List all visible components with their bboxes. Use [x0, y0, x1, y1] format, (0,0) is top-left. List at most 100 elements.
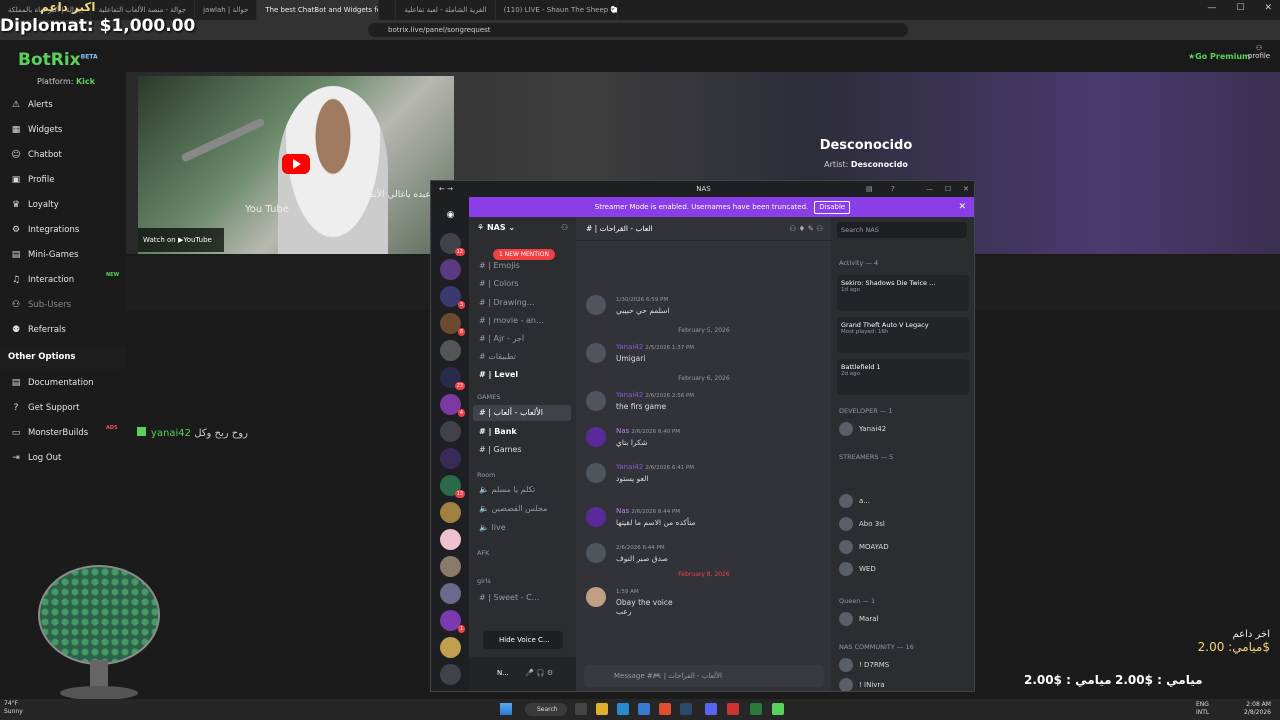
add-member-icon[interactable]: ⚇ — [561, 223, 568, 232]
go-premium-button[interactable]: ★Go Premium — [1188, 52, 1250, 61]
disable-button[interactable]: Disable — [814, 201, 851, 214]
channel-item[interactable]: # | Ajr - أجر — [479, 334, 574, 343]
sidebar-item-minigames[interactable]: ▤ Mini-Games — [0, 242, 126, 267]
member-list: Search NAS Activity — 4 Sekiro: Shadows … — [831, 217, 974, 691]
server-icon[interactable]: 3 — [440, 286, 465, 309]
browser-tab[interactable]: القرية الشاملة - لعبة تفاعلية — [396, 0, 496, 20]
voice-channel[interactable]: 🔈 تكلم يا مسلم — [479, 485, 574, 494]
server-icon[interactable]: 8 — [440, 313, 465, 336]
server-icon[interactable]: 23 — [440, 367, 465, 390]
voice-channel[interactable]: 🔈 مجلس القصصين — [479, 504, 574, 513]
server-icon[interactable]: 12 — [440, 233, 465, 256]
channel-item[interactable]: # تطبيقات — [479, 352, 574, 361]
server-icon[interactable]: 1 — [440, 610, 465, 633]
channel-item[interactable]: # | Sweet - C... — [479, 593, 574, 602]
taskbar-search[interactable]: Search — [525, 703, 567, 716]
sidebar-item-documentation[interactable]: ▤ Documentation — [0, 370, 126, 395]
sidebar-item-alerts[interactable]: ⚠ Alerts — [0, 92, 126, 117]
maximize-icon[interactable]: ☐ — [1236, 3, 1244, 13]
server-icon[interactable] — [440, 529, 461, 550]
language-indicator[interactable]: ENG INTL — [1196, 701, 1209, 717]
app-icon[interactable] — [727, 703, 739, 715]
profile-button[interactable]: ⚇ profile — [1248, 44, 1270, 60]
edge-icon[interactable] — [617, 703, 629, 715]
member-item[interactable]: MOAYAD — [839, 539, 889, 555]
task-view-icon[interactable] — [575, 703, 587, 715]
channel-item-selected[interactable]: # | الألعاب - ألعاب — [473, 405, 571, 421]
channel-item[interactable]: # | movie - an... — [479, 316, 574, 325]
activity-card[interactable]: Battlefield 1 2d ago — [837, 359, 969, 395]
minimize-icon[interactable]: — — [1207, 3, 1216, 13]
channel-item[interactable]: # | Games — [479, 445, 574, 454]
member-item[interactable]: ! INivra — [839, 677, 885, 691]
voice-channel[interactable]: 🔈 live — [479, 523, 574, 532]
search-input[interactable]: Search NAS — [837, 222, 967, 238]
category-room[interactable]: Room — [477, 471, 496, 479]
browser-tab[interactable]: jawlah | جوالة — [195, 0, 258, 20]
category-girls[interactable]: girls — [477, 577, 491, 585]
sidebar-item-referrals[interactable]: ⚉ Referrals — [0, 317, 126, 342]
server-icon[interactable] — [440, 448, 461, 469]
sidebar-item-interaction[interactable]: ♫ Interaction NEW — [0, 267, 126, 292]
close-icon[interactable]: ✕ — [958, 197, 966, 217]
server-icon[interactable] — [440, 340, 461, 361]
sidebar-item-subusers[interactable]: ⚇ Sub-Users — [0, 292, 126, 317]
weather-widget[interactable]: 74°F Sunny — [4, 700, 23, 716]
sidebar-item-loyalty[interactable]: ♛ Loyalty — [0, 192, 126, 217]
channel-item[interactable]: # | Bank — [479, 427, 574, 436]
category-afk[interactable]: AFK — [477, 549, 489, 557]
sidebar-item-integrations[interactable]: ⚙ Integrations — [0, 217, 126, 242]
activity-card[interactable]: Sekiro: Shadows Die Twice ... 1d ago — [837, 275, 969, 311]
brave-icon[interactable] — [659, 703, 671, 715]
app-icon[interactable] — [772, 703, 784, 715]
app-icon[interactable] — [750, 703, 762, 715]
activity-card[interactable]: Grand Theft Auto V Legacy Most played: 16… — [837, 317, 969, 353]
guild-name[interactable]: ⚘ NAS ⌄ — [477, 223, 515, 232]
category-games[interactable]: GAMES — [477, 393, 500, 401]
channel-item[interactable]: # | Drawing... — [479, 298, 574, 307]
browser-tab[interactable]: (110) LIVE - Shaun The Sheep 🐑 Pr... — [496, 0, 618, 20]
sidebar-item-logout[interactable]: ⇥ Log Out — [0, 445, 126, 470]
sidebar-item-get-support[interactable]: ? Get Support — [0, 395, 126, 420]
steam-icon[interactable] — [680, 703, 692, 715]
message-input[interactable]: Message #🎮 | الألعاب - القراحات — [584, 665, 824, 687]
channel-item[interactable]: # | Level — [479, 370, 574, 379]
member-item[interactable]: Yanai42 — [839, 421, 886, 437]
server-icon[interactable] — [440, 556, 461, 577]
server-icon[interactable] — [440, 583, 461, 604]
hide-voice-button[interactable]: Hide Voice C... — [483, 631, 563, 649]
sidebar-item-monsterbuilds[interactable]: ▭ MonsterBuilds ADS — [0, 420, 126, 445]
member-item[interactable]: ! D7RMS — [839, 657, 889, 673]
discord-icon[interactable] — [705, 703, 717, 715]
discord-home-icon[interactable]: ◉ — [440, 205, 461, 226]
server-icon[interactable] — [440, 664, 461, 685]
windows-start-icon[interactable] — [500, 703, 512, 715]
server-icon[interactable] — [440, 502, 461, 523]
server-icon[interactable]: 13 — [440, 475, 465, 498]
watch-on-youtube-button[interactable]: Watch on ▶YouTube — [138, 228, 224, 252]
clock[interactable]: 2:08 AM 2/8/2026 — [1244, 701, 1271, 717]
file-explorer-icon[interactable] — [596, 703, 608, 715]
server-icon[interactable] — [440, 259, 461, 280]
close-icon[interactable]: ✕ — [1264, 3, 1272, 13]
sidebar-item-widgets[interactable]: ▦ Widgets — [0, 117, 126, 142]
browser-tab[interactable] — [379, 0, 397, 20]
channel-item[interactable]: # | Emojis — [479, 261, 574, 270]
member-item[interactable]: Abo 3sl — [839, 516, 885, 532]
member-item[interactable]: a... — [839, 493, 870, 509]
sidebar-item-profile[interactable]: ▣ Profile — [0, 167, 126, 192]
server-icon[interactable] — [440, 637, 461, 658]
sidebar-item-chatbot[interactable]: ☺ Chatbot — [0, 142, 126, 167]
server-icon[interactable]: 4 — [440, 394, 465, 417]
url-field[interactable]: botrix.live/panel/songrequest — [368, 23, 908, 37]
member-item[interactable]: WED — [839, 561, 876, 577]
server-icon[interactable] — [440, 421, 461, 442]
mic-icon[interactable]: 🎤 🎧 ⚙ — [525, 669, 553, 677]
youtube-play-icon[interactable] — [282, 154, 310, 174]
member-item[interactable]: Maral — [839, 611, 878, 627]
new-mention-pill[interactable]: 1 NEW MENTION — [493, 249, 555, 260]
browser-tab-active[interactable]: The best ChatBot and Widgets for... — [257, 0, 380, 20]
app-icon[interactable] — [638, 703, 650, 715]
channel-item[interactable]: # | Colors — [479, 279, 574, 288]
botrix-logo[interactable]: BotRixBETA — [18, 50, 98, 70]
